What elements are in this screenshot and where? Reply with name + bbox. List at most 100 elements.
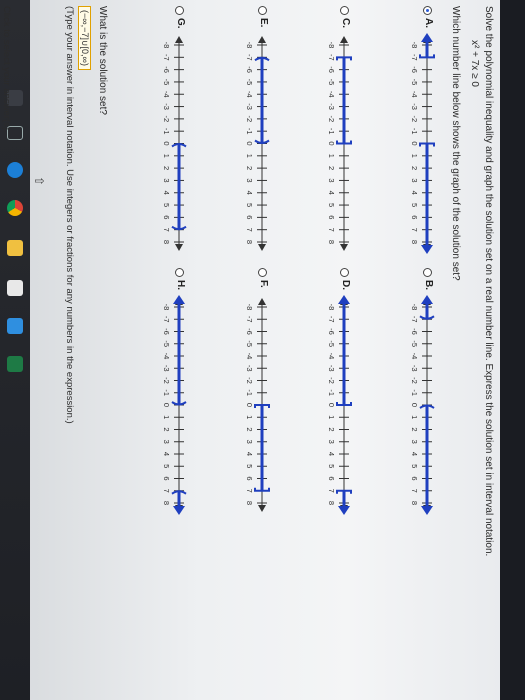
solution-arrow-left (421, 33, 433, 42)
edge-browser-icon[interactable] (7, 162, 23, 178)
tick-label: -8 (245, 42, 254, 49)
tick-label: -6 (245, 328, 254, 335)
tick-label: 7 (245, 489, 254, 493)
tick-label: -6 (245, 66, 254, 73)
tick-label: 0 (245, 403, 254, 407)
option-d-radio[interactable] (340, 268, 349, 277)
tick-label: -2 (327, 377, 336, 384)
option-a-label: A. (423, 18, 434, 28)
tick-label: 5 (245, 203, 254, 207)
option-e-radio[interactable] (258, 6, 267, 15)
media-app-icon[interactable] (7, 280, 23, 296)
tick-label: -1 (245, 128, 254, 135)
tick-label: -7 (162, 54, 171, 61)
tick-label: -2 (410, 377, 419, 384)
tick-label: -3 (245, 365, 254, 372)
tick-label: -5 (245, 340, 254, 347)
chrome-icon[interactable] (7, 200, 23, 216)
solution-arrow-right (173, 506, 185, 515)
tick-label: 5 (162, 203, 171, 207)
tick-label: 6 (162, 476, 171, 480)
tick-label: -5 (162, 79, 171, 86)
tick-label: 0 (162, 141, 171, 145)
tick-label: 0 (410, 403, 419, 407)
tick-label: 8 (162, 240, 171, 244)
tick-label: -1 (327, 389, 336, 396)
solution-arrow-right (421, 506, 433, 515)
tick-label: -3 (327, 365, 336, 372)
option-a-radio[interactable] (423, 6, 432, 15)
tick-label: -2 (245, 377, 254, 384)
tick-label: 2 (327, 166, 336, 170)
tick-label: 3 (327, 178, 336, 182)
tick-label: 8 (245, 240, 254, 244)
tick-label: 7 (327, 228, 336, 232)
tick-label: 6 (327, 476, 336, 480)
tick-label: -8 (410, 42, 419, 49)
tick-label: -7 (410, 316, 419, 323)
solution-arrow-right (421, 245, 433, 254)
tick-label: 0 (327, 141, 336, 145)
tick-label: 6 (410, 215, 419, 219)
tick-label: 8 (327, 240, 336, 244)
tick-label: 1 (162, 154, 171, 158)
tick-label: 7 (410, 489, 419, 493)
tick-label: 5 (162, 464, 171, 468)
tick-label: 7 (327, 489, 336, 493)
tick-label: 2 (162, 166, 171, 170)
tick-label: -2 (162, 377, 171, 384)
tick-label: 4 (410, 191, 419, 195)
option-g-radio[interactable] (175, 6, 184, 15)
tick-label: -8 (162, 42, 171, 49)
tick-label: 4 (327, 452, 336, 456)
option-d-label: D. (340, 280, 351, 290)
tick-label: -3 (410, 365, 419, 372)
tick-label: -1 (327, 128, 336, 135)
tick-label: 3 (327, 440, 336, 444)
tick-label: -1 (162, 389, 171, 396)
option-c-radio[interactable] (340, 6, 349, 15)
option-h-radio[interactable] (175, 268, 184, 277)
tick-label: 1 (410, 154, 419, 158)
option-g-label: G. (175, 18, 186, 29)
tick-label: 7 (410, 228, 419, 232)
solution-arrow-left (173, 295, 185, 304)
tick-label: 6 (245, 215, 254, 219)
tick-label: 4 (245, 452, 254, 456)
axis-arrow-left (258, 298, 266, 305)
tick-label: 8 (410, 501, 419, 505)
excel-icon[interactable] (7, 356, 23, 372)
tick-label: -3 (410, 103, 419, 110)
tick-label: 1 (245, 415, 254, 419)
option-b-label: B. (423, 280, 434, 290)
tick-label: -8 (162, 304, 171, 311)
axis-arrow-left (175, 36, 183, 43)
tick-label: -6 (162, 66, 171, 73)
tick-label: 8 (410, 240, 419, 244)
option-b-radio[interactable] (423, 268, 432, 277)
solution-arrow-right (338, 506, 350, 515)
axis-arrow-left (258, 36, 266, 43)
option-f-radio[interactable] (258, 268, 267, 277)
tick-label: 0 (327, 403, 336, 407)
tick-label: 2 (410, 427, 419, 431)
tick-label: -1 (245, 389, 254, 396)
tick-label: 8 (245, 501, 254, 505)
answer-input[interactable]: (−∞,−7]∪[0,∞) (78, 6, 91, 70)
axis-arrow-left (340, 36, 348, 43)
tick-label: -2 (245, 116, 254, 123)
file-explorer-icon[interactable] (7, 240, 23, 256)
tick-label: 8 (162, 501, 171, 505)
tick-label: 1 (410, 415, 419, 419)
tick-label: -1 (410, 389, 419, 396)
axis-arrow-right (258, 505, 266, 512)
tick-label: -4 (162, 91, 171, 98)
tick-label: -8 (327, 304, 336, 311)
store-icon[interactable] (7, 318, 23, 334)
tick-label: 6 (162, 215, 171, 219)
tick-label: 2 (162, 427, 171, 431)
tick-label: 5 (327, 464, 336, 468)
tick-label: 0 (245, 141, 254, 145)
tick-label: 1 (245, 154, 254, 158)
tick-label: -5 (162, 340, 171, 347)
